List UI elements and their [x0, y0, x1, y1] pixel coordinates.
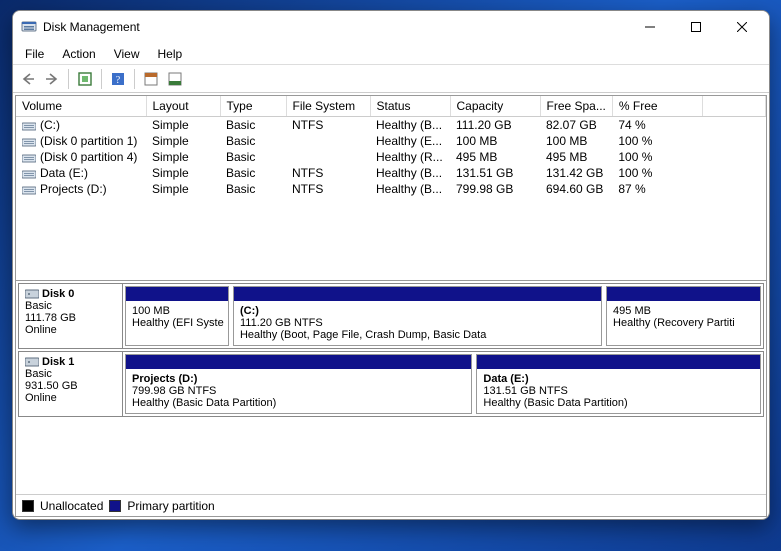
- disk-info[interactable]: Disk 1Basic931.50 GBOnline: [19, 352, 123, 416]
- settings-view-top-button[interactable]: [140, 68, 162, 90]
- legend-label-unallocated: Unallocated: [40, 499, 103, 513]
- settings-view-bottom-button[interactable]: [164, 68, 186, 90]
- volume-list-pane[interactable]: Volume Layout Type File System Status Ca…: [16, 96, 766, 281]
- table-row[interactable]: (Disk 0 partition 4)SimpleBasicHealthy (…: [16, 149, 766, 165]
- titlebar[interactable]: Disk Management: [13, 11, 769, 43]
- minimize-button[interactable]: [627, 12, 673, 42]
- col-free[interactable]: Free Spa...: [540, 96, 612, 117]
- toolbar-separator: [68, 69, 69, 89]
- close-button[interactable]: [719, 12, 765, 42]
- col-type[interactable]: Type: [220, 96, 286, 117]
- drive-icon: [22, 184, 36, 196]
- partition-body: 100 MBHealthy (EFI Syste: [126, 301, 228, 345]
- disk-graphical-pane[interactable]: Disk 0Basic111.78 GBOnline100 MBHealthy …: [16, 281, 766, 494]
- table-row[interactable]: Data (E:)SimpleBasicNTFSHealthy (B...131…: [16, 165, 766, 181]
- disk-partitions: Projects (D:)799.98 GB NTFSHealthy (Basi…: [123, 352, 763, 416]
- partition-stripe: [607, 287, 760, 301]
- toolbar-separator: [101, 69, 102, 89]
- partition-body: 495 MBHealthy (Recovery Partiti: [607, 301, 760, 345]
- disk-icon: [25, 356, 39, 368]
- disk-row: Disk 0Basic111.78 GBOnline100 MBHealthy …: [18, 283, 764, 349]
- toolbar-separator: [134, 69, 135, 89]
- disk-icon: [25, 288, 39, 300]
- drive-icon: [22, 136, 36, 148]
- partition[interactable]: (C:)111.20 GB NTFSHealthy (Boot, Page Fi…: [233, 286, 602, 346]
- disk-row: Disk 1Basic931.50 GBOnlineProjects (D:)7…: [18, 351, 764, 417]
- maximize-button[interactable]: [673, 12, 719, 42]
- drive-icon: [22, 120, 36, 132]
- back-button[interactable]: [17, 68, 39, 90]
- partition-stripe: [126, 287, 228, 301]
- legend-swatch-unallocated: [22, 500, 34, 512]
- partition-body: Projects (D:)799.98 GB NTFSHealthy (Basi…: [126, 369, 471, 413]
- partition-body: (C:)111.20 GB NTFSHealthy (Boot, Page Fi…: [234, 301, 601, 345]
- col-capacity[interactable]: Capacity: [450, 96, 540, 117]
- refresh-button[interactable]: [74, 68, 96, 90]
- partition-body: Data (E:)131.51 GB NTFSHealthy (Basic Da…: [477, 369, 760, 413]
- table-row[interactable]: (C:)SimpleBasicNTFSHealthy (B...111.20 G…: [16, 117, 766, 134]
- partition-stripe: [477, 355, 760, 369]
- disk-partitions: 100 MBHealthy (EFI Syste(C:)111.20 GB NT…: [123, 284, 763, 348]
- menubar: File Action View Help: [13, 43, 769, 65]
- table-row[interactable]: (Disk 0 partition 1)SimpleBasicHealthy (…: [16, 133, 766, 149]
- partition[interactable]: 495 MBHealthy (Recovery Partiti: [606, 286, 761, 346]
- partition[interactable]: Data (E:)131.51 GB NTFSHealthy (Basic Da…: [476, 354, 761, 414]
- content-area: Volume Layout Type File System Status Ca…: [15, 95, 767, 517]
- menu-file[interactable]: File: [17, 45, 52, 63]
- col-filesystem[interactable]: File System: [286, 96, 370, 117]
- menu-help[interactable]: Help: [150, 45, 191, 63]
- window-title: Disk Management: [43, 20, 140, 34]
- legend: Unallocated Primary partition: [16, 494, 766, 516]
- table-row[interactable]: Projects (D:)SimpleBasicNTFSHealthy (B..…: [16, 181, 766, 197]
- partition[interactable]: 100 MBHealthy (EFI Syste: [125, 286, 229, 346]
- legend-swatch-primary: [109, 500, 121, 512]
- col-layout[interactable]: Layout: [146, 96, 220, 117]
- app-icon: [21, 19, 37, 35]
- col-volume[interactable]: Volume: [16, 96, 146, 117]
- col-status[interactable]: Status: [370, 96, 450, 117]
- forward-button[interactable]: [41, 68, 63, 90]
- partition-stripe: [234, 287, 601, 301]
- drive-icon: [22, 168, 36, 180]
- col-pct[interactable]: % Free: [612, 96, 702, 117]
- toolbar: ?: [13, 65, 769, 93]
- drive-icon: [22, 152, 36, 164]
- legend-label-primary: Primary partition: [127, 499, 214, 513]
- svg-text:?: ?: [116, 75, 121, 86]
- menu-view[interactable]: View: [106, 45, 148, 63]
- menu-action[interactable]: Action: [54, 45, 103, 63]
- disk-management-window: Disk Management File Action View Help ?: [12, 10, 770, 520]
- disk-info[interactable]: Disk 0Basic111.78 GBOnline: [19, 284, 123, 348]
- volume-table: Volume Layout Type File System Status Ca…: [16, 96, 766, 197]
- partition-stripe: [126, 355, 471, 369]
- help-button[interactable]: ?: [107, 68, 129, 90]
- column-header-row: Volume Layout Type File System Status Ca…: [16, 96, 766, 117]
- col-spacer: [702, 96, 765, 117]
- partition[interactable]: Projects (D:)799.98 GB NTFSHealthy (Basi…: [125, 354, 472, 414]
